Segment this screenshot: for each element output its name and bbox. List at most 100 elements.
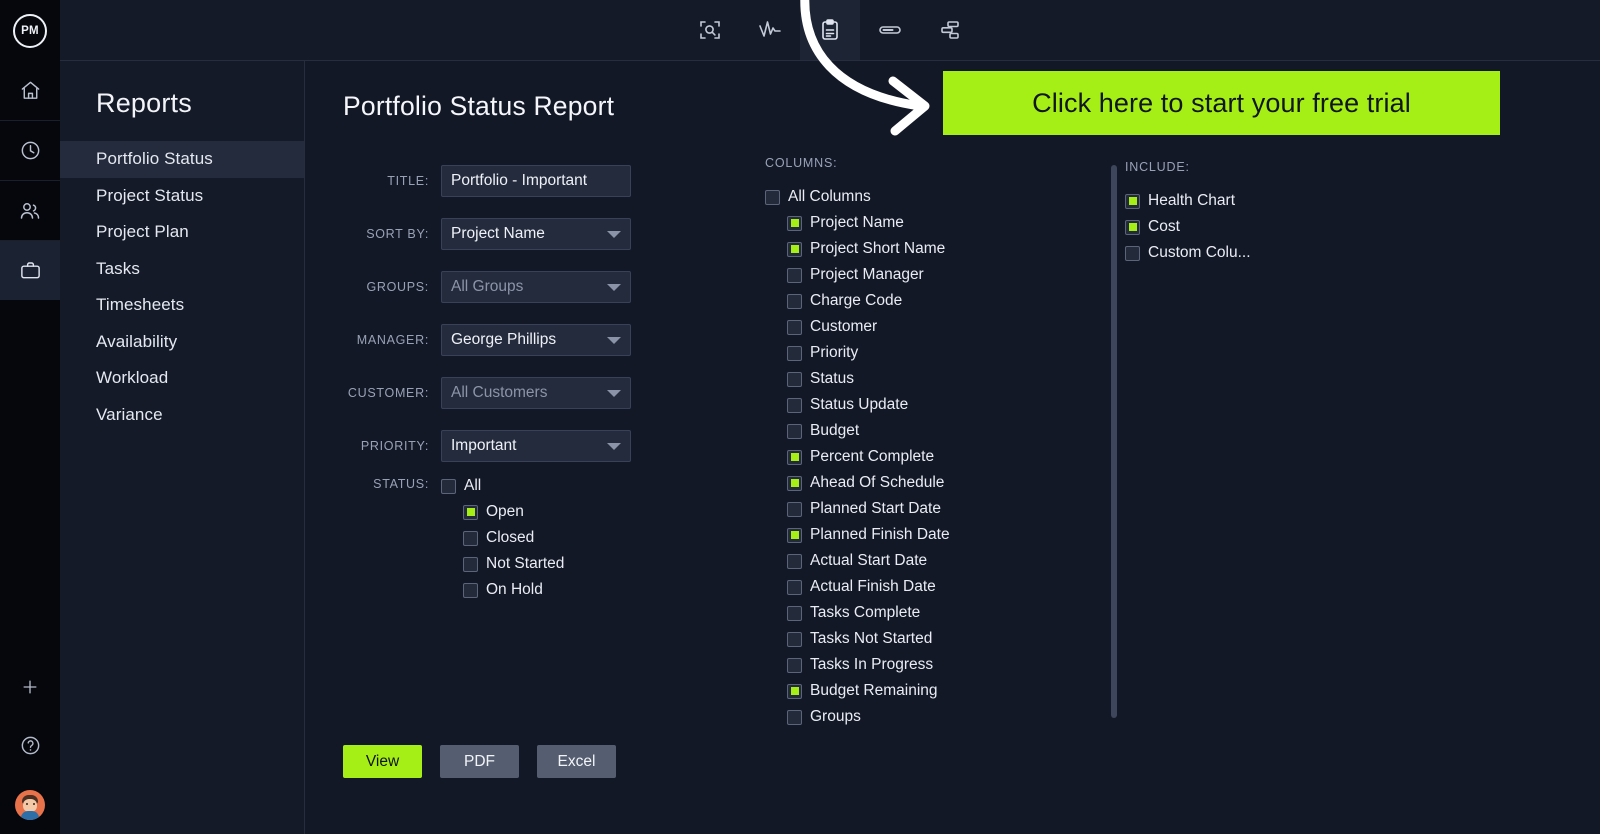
checkbox-icon[interactable]: [787, 502, 802, 517]
pdf-button[interactable]: PDF: [440, 745, 519, 778]
checkbox-label: Planned Start Date: [810, 500, 941, 518]
home-icon[interactable]: [0, 61, 60, 120]
column-option-groups[interactable]: Groups: [787, 704, 1095, 730]
status-option-on-hold[interactable]: On Hold: [463, 577, 564, 603]
status-option-all[interactable]: All: [441, 473, 564, 499]
sidebar-list: Portfolio StatusProject StatusProject Pl…: [60, 141, 304, 433]
help-icon[interactable]: [0, 716, 60, 775]
checkbox-icon[interactable]: [787, 632, 802, 647]
include-option-custom-colu[interactable]: Custom Colu...: [1125, 240, 1385, 266]
column-option-budget-remaining[interactable]: Budget Remaining: [787, 678, 1095, 704]
checkbox-icon[interactable]: [787, 658, 802, 673]
sidebar-item-timesheets[interactable]: Timesheets: [60, 287, 304, 324]
columns-label: COLUMNS:: [765, 156, 1095, 170]
avatar[interactable]: [0, 775, 60, 834]
column-option-actual-finish-date[interactable]: Actual Finish Date: [787, 574, 1095, 600]
clock-icon[interactable]: [0, 121, 60, 180]
people-icon[interactable]: [0, 181, 60, 240]
sidebar-item-availability[interactable]: Availability: [60, 324, 304, 361]
column-option-budget[interactable]: Budget: [787, 418, 1095, 444]
checkbox-icon[interactable]: [787, 476, 802, 491]
manager-select[interactable]: George Phillips: [441, 324, 631, 356]
checkbox-icon[interactable]: [787, 242, 802, 257]
briefcase-icon[interactable]: [0, 241, 60, 300]
checkbox-icon[interactable]: [463, 583, 478, 598]
checkbox-icon[interactable]: [787, 372, 802, 387]
checkbox-label: Closed: [486, 529, 534, 547]
checkbox-label: Budget: [810, 422, 859, 440]
column-option-customer[interactable]: Customer: [787, 314, 1095, 340]
checkbox-icon[interactable]: [787, 580, 802, 595]
column-option-tasks-in-progress[interactable]: Tasks In Progress: [787, 652, 1095, 678]
excel-button[interactable]: Excel: [537, 745, 616, 778]
chevron-down-icon: [607, 443, 621, 450]
column-option-planned-finish-date[interactable]: Planned Finish Date: [787, 522, 1095, 548]
checkbox-icon[interactable]: [1125, 246, 1140, 261]
free-trial-cta-button[interactable]: Click here to start your free trial: [943, 71, 1500, 135]
column-option-tasks-complete[interactable]: Tasks Complete: [787, 600, 1095, 626]
progress-bar-icon[interactable]: [860, 0, 920, 60]
plus-icon[interactable]: [0, 657, 60, 716]
status-option-not-started[interactable]: Not Started: [463, 551, 564, 577]
column-option-planned-start-date[interactable]: Planned Start Date: [787, 496, 1095, 522]
column-option-project-manager[interactable]: Project Manager: [787, 262, 1095, 288]
checkbox-icon[interactable]: [1125, 194, 1140, 209]
sort-by-select[interactable]: Project Name: [441, 218, 631, 250]
checkbox-icon[interactable]: [787, 424, 802, 439]
checkbox-icon[interactable]: [787, 398, 802, 413]
columns-options: All ColumnsProject NameProject Short Nam…: [765, 184, 1095, 730]
hierarchy-icon[interactable]: [920, 0, 980, 60]
column-option-project-short-name[interactable]: Project Short Name: [787, 236, 1095, 262]
checkbox-icon[interactable]: [463, 531, 478, 546]
column-option-all-columns[interactable]: All Columns: [765, 184, 1095, 210]
include-option-health-chart[interactable]: Health Chart: [1125, 188, 1385, 214]
checkbox-icon[interactable]: [787, 216, 802, 231]
checkbox-icon[interactable]: [787, 320, 802, 335]
sidebar-item-label: Workload: [96, 368, 168, 388]
checkbox-icon[interactable]: [787, 528, 802, 543]
sidebar-item-project-status[interactable]: Project Status: [60, 178, 304, 215]
checkbox-icon[interactable]: [787, 606, 802, 621]
column-option-percent-complete[interactable]: Percent Complete: [787, 444, 1095, 470]
customer-select[interactable]: All Customers: [441, 377, 631, 409]
column-option-actual-start-date[interactable]: Actual Start Date: [787, 548, 1095, 574]
status-option-closed[interactable]: Closed: [463, 525, 564, 551]
view-button[interactable]: View: [343, 745, 422, 778]
sidebar-item-portfolio-status[interactable]: Portfolio Status: [60, 141, 304, 178]
checkbox-label: Actual Start Date: [810, 552, 927, 570]
title-input[interactable]: Portfolio - Important: [441, 165, 631, 197]
column-option-priority[interactable]: Priority: [787, 340, 1095, 366]
checkbox-icon[interactable]: [1125, 220, 1140, 235]
column-option-status[interactable]: Status: [787, 366, 1095, 392]
columns-scrollbar[interactable]: [1111, 165, 1117, 718]
checkbox-icon[interactable]: [787, 554, 802, 569]
scan-search-icon[interactable]: [680, 0, 740, 60]
checkbox-icon[interactable]: [787, 710, 802, 725]
activity-pulse-icon[interactable]: [740, 0, 800, 60]
column-option-project-name[interactable]: Project Name: [787, 210, 1095, 236]
column-option-charge-code[interactable]: Charge Code: [787, 288, 1095, 314]
sidebar-item-workload[interactable]: Workload: [60, 360, 304, 397]
sidebar-item-variance[interactable]: Variance: [60, 397, 304, 434]
checkbox-icon[interactable]: [787, 450, 802, 465]
app-logo[interactable]: PM: [0, 0, 60, 61]
checkbox-icon[interactable]: [463, 505, 478, 520]
include-option-cost[interactable]: Cost: [1125, 214, 1385, 240]
column-option-tasks-not-started[interactable]: Tasks Not Started: [787, 626, 1095, 652]
groups-select[interactable]: All Groups: [441, 271, 631, 303]
checkbox-icon[interactable]: [441, 479, 456, 494]
column-option-ahead-of-schedule[interactable]: Ahead Of Schedule: [787, 470, 1095, 496]
checkbox-icon[interactable]: [787, 684, 802, 699]
checkbox-icon[interactable]: [463, 557, 478, 572]
priority-select[interactable]: Important: [441, 430, 631, 462]
checkbox-icon[interactable]: [787, 346, 802, 361]
checkbox-icon[interactable]: [765, 190, 780, 205]
sidebar-item-tasks[interactable]: Tasks: [60, 251, 304, 288]
form-row: CUSTOMER:All Customers: [343, 366, 643, 419]
sidebar-item-project-plan[interactable]: Project Plan: [60, 214, 304, 251]
clipboard-icon[interactable]: [800, 0, 860, 60]
status-option-open[interactable]: Open: [463, 499, 564, 525]
column-option-status-update[interactable]: Status Update: [787, 392, 1095, 418]
checkbox-icon[interactable]: [787, 268, 802, 283]
checkbox-icon[interactable]: [787, 294, 802, 309]
